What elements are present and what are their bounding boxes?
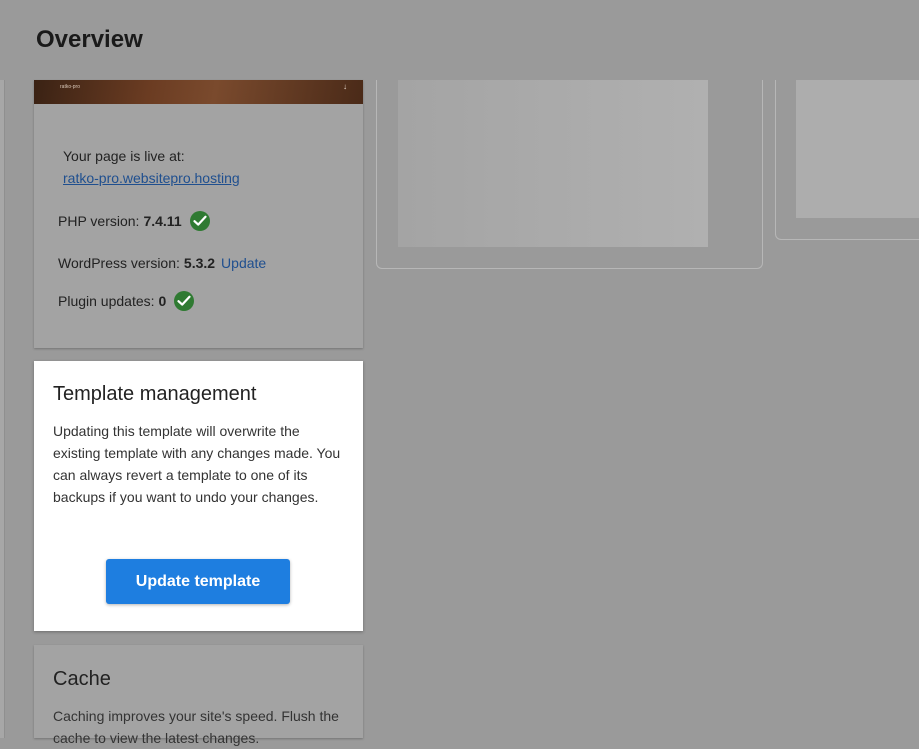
plugin-updates-label: Plugin updates: [58,293,155,309]
template-management-description: Updating this template will overwrite th… [53,420,343,508]
live-site-link[interactable]: ratko-pro.websitepro.hosting [63,170,240,186]
check-circle-icon [174,291,194,311]
site-thumbnail[interactable]: ratko-pro ↓ [34,80,363,104]
preview-panel-secondary [775,80,919,240]
site-info-card: ratko-pro ↓ Your page is live at: ratko-… [34,80,363,348]
cache-description: Caching improves your site's speed. Flus… [53,705,343,749]
template-management-title: Template management [53,383,256,406]
update-template-button[interactable]: Update template [106,559,290,604]
page-header: Overview [0,0,919,80]
wordpress-version-label: WordPress version: [58,255,180,271]
cache-title: Cache [53,668,111,691]
preview-placeholder [398,80,708,247]
wordpress-version-value: 5.3.2 [184,255,215,271]
check-circle-icon [190,211,210,231]
wordpress-update-link[interactable]: Update [221,255,266,271]
left-sidebar-edge [0,0,5,738]
thumbnail-label: ratko-pro [60,84,80,90]
template-management-card: Template management Updating this templa… [34,361,363,631]
arrow-down-icon: ↓ [343,82,347,91]
preview-panel [376,80,763,269]
php-version-value: 7.4.11 [143,213,181,229]
wordpress-version-row: WordPress version: 5.3.2 Update [58,255,266,271]
cache-card: Cache Caching improves your site's speed… [34,645,363,738]
plugin-updates-value: 0 [159,293,167,309]
preview-placeholder-secondary [796,80,919,218]
php-version-row: PHP version: 7.4.11 [58,211,210,231]
page-title: Overview [36,26,143,54]
live-label: Your page is live at: [63,148,185,164]
php-version-label: PHP version: [58,213,139,229]
plugin-updates-row: Plugin updates: 0 [58,291,194,311]
